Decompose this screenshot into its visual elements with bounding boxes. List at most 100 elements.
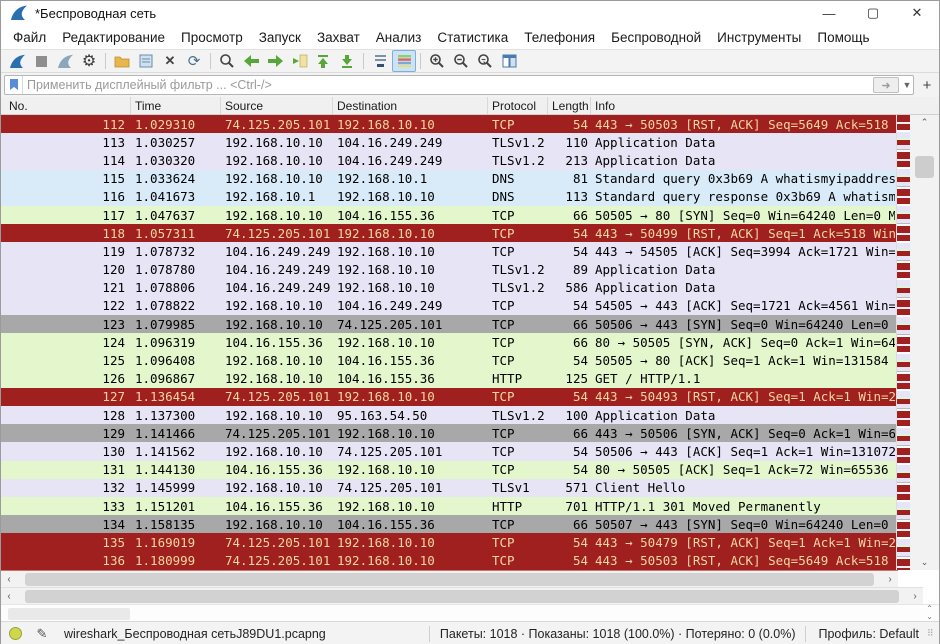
hscroll-left-arrow-icon[interactable]: ‹ xyxy=(1,574,17,585)
column-header-length[interactable]: Length xyxy=(548,97,591,114)
vertical-scrollbar[interactable]: ⌃ ⌄ xyxy=(910,115,939,570)
packet-row-116[interactable]: 1161.041673192.168.10.1192.168.10.10DNS1… xyxy=(1,188,939,206)
column-header-no[interactable]: No. xyxy=(1,97,131,114)
packet-row-123[interactable]: 1231.079985192.168.10.1074.125.205.101TC… xyxy=(1,315,939,333)
find-packet-button[interactable] xyxy=(215,50,239,72)
packet-row-117[interactable]: 1171.047637192.168.10.10104.16.155.36TCP… xyxy=(1,206,939,224)
packet-row-113[interactable]: 1131.030257192.168.10.10104.16.249.249TL… xyxy=(1,133,939,151)
go-back-button[interactable] xyxy=(239,50,263,72)
column-header-source[interactable]: Source xyxy=(221,97,333,114)
close-file-button[interactable]: ✕ xyxy=(158,50,182,72)
packet-row-136[interactable]: 1361.18099974.125.205.101192.168.10.10TC… xyxy=(1,552,939,570)
column-header-destination[interactable]: Destination xyxy=(333,97,488,114)
packet-row-129[interactable]: 1291.14146674.125.205.101192.168.10.10TC… xyxy=(1,424,939,442)
reload-file-button[interactable]: ⟳ xyxy=(182,50,206,72)
zoom-out-icon xyxy=(453,53,469,69)
zoom-in-button[interactable] xyxy=(425,50,449,72)
packet-row-132[interactable]: 1321.145999192.168.10.1074.125.205.101TL… xyxy=(1,479,939,497)
packet-row-133[interactable]: 1331.151201104.16.155.36192.168.10.10HTT… xyxy=(1,497,939,515)
capture-comment-icon[interactable]: ✎ xyxy=(34,626,50,642)
display-filter-field[interactable]: ➜ ▼ xyxy=(4,75,914,95)
packet-row-120[interactable]: 1201.078780104.16.249.249192.168.10.10TL… xyxy=(1,261,939,279)
packet-row-130[interactable]: 1301.141562192.168.10.1074.125.205.101TC… xyxy=(1,442,939,460)
packet-source: 74.125.205.101 xyxy=(221,226,333,241)
packet-row-122[interactable]: 1221.078822192.168.10.10104.16.249.249TC… xyxy=(1,297,939,315)
menu-item-5[interactable]: Анализ xyxy=(368,27,430,48)
scroll-down-arrow-icon[interactable]: ⌄ xyxy=(910,555,939,570)
start-capture-button[interactable] xyxy=(5,50,29,72)
go-first-packet-button[interactable] xyxy=(311,50,335,72)
packet-row-121[interactable]: 1211.078806104.16.249.249192.168.10.10TL… xyxy=(1,279,939,297)
packet-row-127[interactable]: 1271.13645474.125.205.101192.168.10.10TC… xyxy=(1,388,939,406)
hscroll-left-arrow-icon[interactable]: ‹ xyxy=(1,591,17,602)
menu-item-8[interactable]: Беспроводной xyxy=(603,27,709,48)
close-button[interactable]: ✕ xyxy=(895,1,939,25)
stop-capture-button[interactable] xyxy=(29,50,53,72)
menu-item-3[interactable]: Запуск xyxy=(251,27,309,48)
save-file-button[interactable] xyxy=(134,50,158,72)
hscroll-right-arrow-icon[interactable]: › xyxy=(907,591,923,602)
packet-row-119[interactable]: 1191.078732104.16.249.249192.168.10.10TC… xyxy=(1,242,939,260)
packet-list-hscrollbar[interactable]: ‹ › xyxy=(1,570,898,587)
column-header-info[interactable]: Info xyxy=(591,97,939,114)
collapsed-pane-handle[interactable] xyxy=(8,608,130,620)
display-filter-input[interactable] xyxy=(23,77,873,93)
packet-row-135[interactable]: 1351.16901974.125.205.101192.168.10.10TC… xyxy=(1,533,939,551)
menu-item-10[interactable]: Помощь xyxy=(809,27,877,48)
packet-protocol: TCP xyxy=(488,517,548,532)
packet-time: 1.096319 xyxy=(131,335,221,350)
apply-filter-button[interactable]: ➜ xyxy=(873,77,899,93)
go-last-packet-button[interactable] xyxy=(335,50,359,72)
packet-row-131[interactable]: 1311.144130104.16.155.36192.168.10.10TCP… xyxy=(1,461,939,479)
menu-item-9[interactable]: Инструменты xyxy=(709,27,809,48)
open-file-button[interactable] xyxy=(110,50,134,72)
maximize-button[interactable]: ▢ xyxy=(851,1,895,25)
packet-no: 128 xyxy=(1,408,131,423)
packet-row-124[interactable]: 1241.096319104.16.155.36192.168.10.10TCP… xyxy=(1,333,939,351)
hscroll-right-arrow-icon[interactable]: › xyxy=(882,574,898,585)
menu-item-1[interactable]: Редактирование xyxy=(54,27,173,48)
packet-row-112[interactable]: 1121.02931074.125.205.101192.168.10.10TC… xyxy=(1,115,939,133)
menu-item-6[interactable]: Статистика xyxy=(429,27,516,48)
detail-pane-hscrollbar[interactable]: ‹ › xyxy=(1,587,923,604)
menu-item-4[interactable]: Захват xyxy=(309,27,368,48)
auto-scroll-button[interactable] xyxy=(368,50,392,72)
packet-protocol: TCP xyxy=(488,117,548,132)
zoom-out-button[interactable] xyxy=(449,50,473,72)
vertical-scrollbar-thumb[interactable] xyxy=(915,156,934,178)
minimize-button[interactable]: — xyxy=(807,1,851,25)
expert-info-icon[interactable] xyxy=(9,627,22,640)
hscrollbar-thumb[interactable] xyxy=(25,590,899,603)
packet-row-125[interactable]: 1251.096408192.168.10.10104.16.155.36TCP… xyxy=(1,351,939,369)
bookmark-icon[interactable] xyxy=(5,76,23,94)
packet-row-115[interactable]: 1151.033624192.168.10.10192.168.10.1DNS8… xyxy=(1,170,939,188)
column-header-protocol[interactable]: Protocol xyxy=(488,97,548,114)
packet-no: 120 xyxy=(1,262,131,277)
packet-row-126[interactable]: 1261.096867192.168.10.10104.16.155.36HTT… xyxy=(1,370,939,388)
packet-source: 192.168.10.10 xyxy=(221,153,333,168)
mini-scroll-arrows-icon[interactable]: ⌃⌄ xyxy=(926,605,933,621)
packet-row-118[interactable]: 1181.05731174.125.205.101192.168.10.10TC… xyxy=(1,224,939,242)
resize-columns-button[interactable] xyxy=(497,50,521,72)
resize-grip[interactable]: ⠿ xyxy=(927,628,937,639)
add-filter-button[interactable]: + xyxy=(918,76,936,94)
go-to-packet-button[interactable] xyxy=(287,50,311,72)
zoom-original-button[interactable] xyxy=(473,50,497,72)
restart-capture-button[interactable] xyxy=(53,50,77,72)
menu-item-2[interactable]: Просмотр xyxy=(173,27,251,48)
hscrollbar-thumb[interactable] xyxy=(25,573,874,586)
intelligent-scrollbar-minimap[interactable] xyxy=(896,115,910,570)
packet-row-114[interactable]: 1141.030320192.168.10.10104.16.249.249TL… xyxy=(1,151,939,169)
capture-options-button[interactable]: ⚙ xyxy=(77,50,101,72)
filter-dropdown-caret-icon[interactable]: ▼ xyxy=(901,80,913,90)
go-forward-button[interactable] xyxy=(263,50,287,72)
packet-row-134[interactable]: 1341.158135192.168.10.10104.16.155.36TCP… xyxy=(1,515,939,533)
menu-item-7[interactable]: Телефония xyxy=(516,27,603,48)
profile-selector[interactable]: Профиль: Default xyxy=(812,627,927,641)
column-header-time[interactable]: Time xyxy=(131,97,221,114)
menu-item-0[interactable]: Файл xyxy=(5,27,54,48)
packet-row-128[interactable]: 1281.137300192.168.10.1095.163.54.50TLSv… xyxy=(1,406,939,424)
colorize-packets-button[interactable] xyxy=(392,50,416,72)
packet-destination: 104.16.249.249 xyxy=(333,298,488,313)
scroll-up-arrow-icon[interactable]: ⌃ xyxy=(910,115,939,130)
